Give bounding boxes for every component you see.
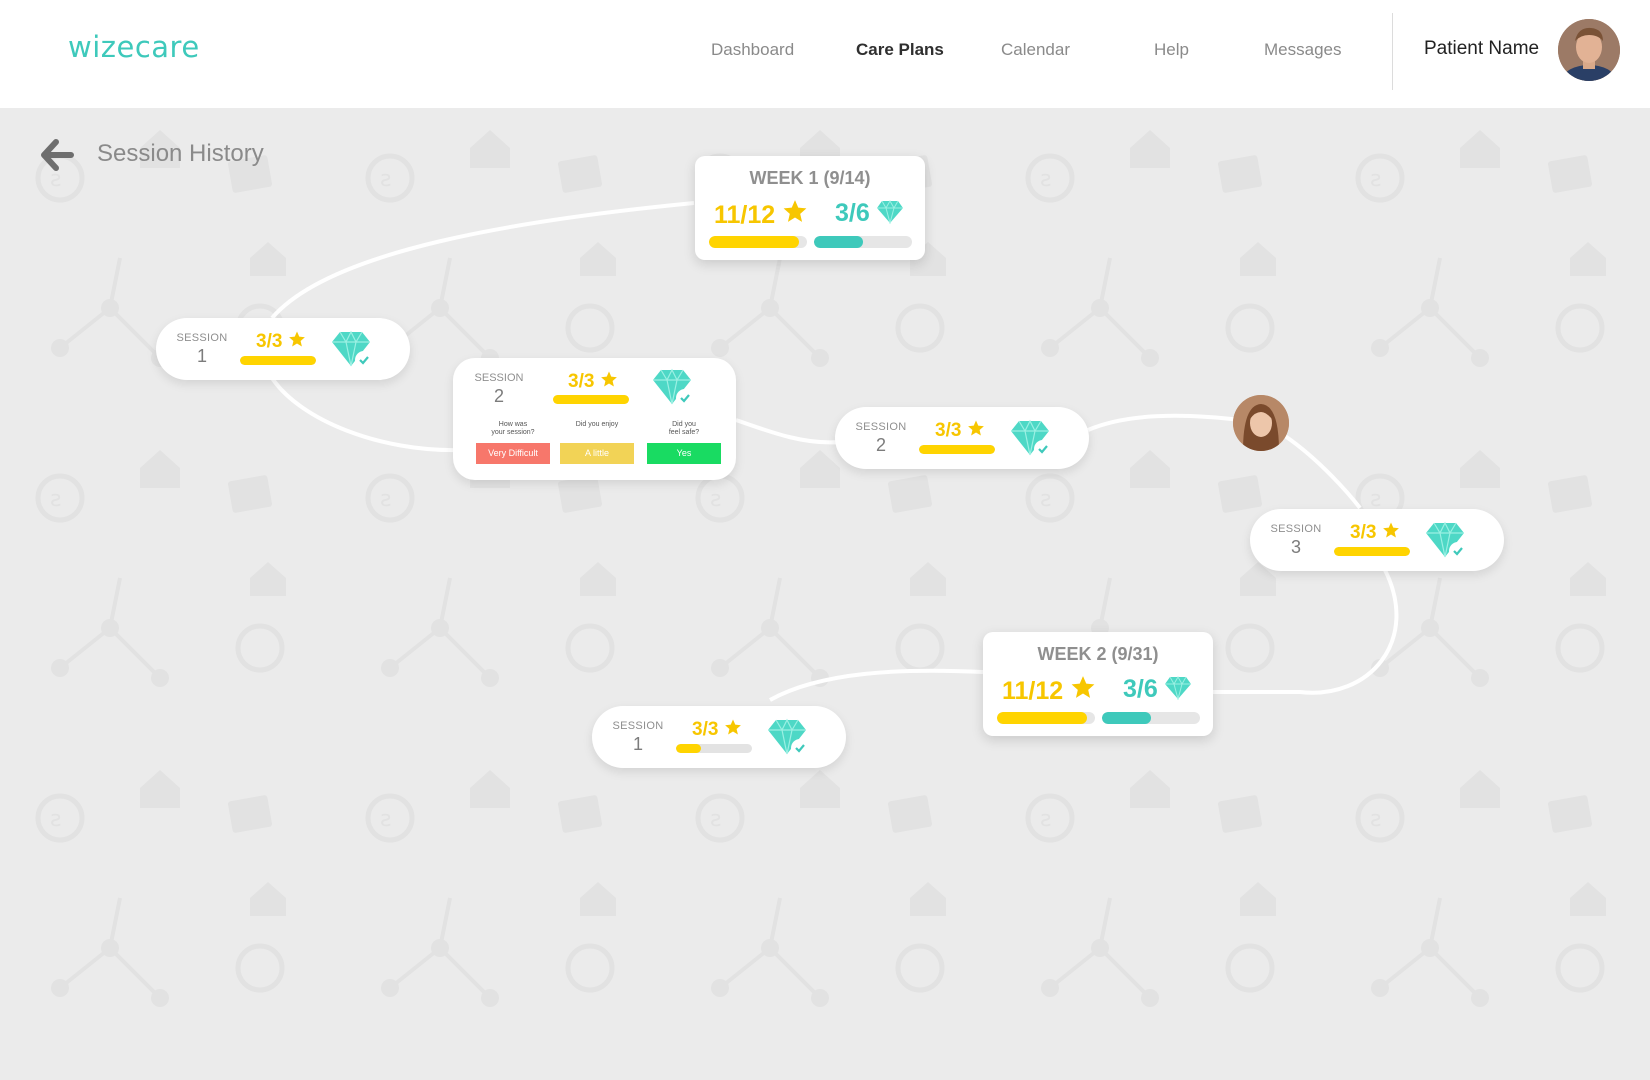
week-stars-score: 11/12	[1002, 674, 1096, 706]
star-icon	[1382, 522, 1399, 538]
session-pill[interactable]: SESSION 1 3/3	[156, 318, 410, 380]
diamond-icon	[1164, 675, 1191, 700]
star-icon	[1071, 676, 1095, 698]
diamond-check-icon	[332, 330, 373, 369]
diamond-check-icon	[1011, 419, 1052, 458]
star-icon	[967, 420, 984, 436]
week-stars-bar	[997, 712, 1095, 724]
user-avatar[interactable]	[1558, 19, 1620, 81]
session-label: SESSION	[612, 720, 664, 732]
question-text: Did you enjoy	[575, 421, 619, 428]
session-score: 3/3	[935, 419, 985, 442]
session-number: 2	[875, 435, 886, 455]
week-gems-bar	[1102, 712, 1200, 724]
star-icon	[288, 331, 305, 347]
session-score: 3/3	[256, 330, 306, 353]
session-number: 1	[632, 734, 643, 754]
week-title: WEEK 2 (9/31)	[1037, 644, 1159, 664]
week-stars-bar	[709, 236, 807, 248]
week-gems-score: 3/6	[835, 198, 903, 228]
top-header: wizecare Dashboard Care Plans Calendar H…	[0, 0, 1650, 108]
nav-messages[interactable]: Messages	[1264, 40, 1341, 60]
nav-dashboard[interactable]: Dashboard	[711, 40, 794, 60]
session-score: 3/3	[692, 718, 742, 741]
logo[interactable]: wizecare	[68, 30, 200, 64]
session-pill[interactable]: SESSION 2 3/3	[835, 407, 1089, 469]
patient-name[interactable]: Patient Name	[1424, 38, 1539, 60]
session-score: 3/3	[568, 370, 618, 393]
answer-yes[interactable]: Yes	[647, 443, 721, 464]
diamond-check-icon	[768, 718, 809, 757]
session-progress-bar	[240, 356, 316, 365]
diamond-icon	[876, 199, 903, 224]
session-score: 3/3	[1350, 521, 1400, 544]
session-number: 2	[493, 386, 504, 406]
diamond-check-icon	[653, 368, 694, 407]
nav-calendar[interactable]: Calendar	[1001, 40, 1070, 60]
header-divider	[1392, 13, 1393, 90]
session-label: SESSION	[474, 372, 524, 384]
answer-very-difficult[interactable]: Very Difficult	[476, 443, 550, 464]
session-label: SESSION	[176, 332, 228, 344]
answer-a-little[interactable]: A little	[560, 443, 634, 464]
session-label: SESSION	[855, 421, 907, 433]
question-feel-safe: Did you feel safe? Yes	[647, 421, 721, 464]
question-how-was-session: How was your session? Very Difficult	[476, 421, 550, 464]
session-pill[interactable]: SESSION 3 3/3	[1250, 509, 1504, 571]
session-pill[interactable]: SESSION 1 3/3	[592, 706, 846, 768]
star-icon	[600, 371, 617, 387]
page-title: Session History	[97, 140, 264, 167]
question-did-you-enjoy: Did you enjoy A little	[560, 421, 634, 464]
session-number: 1	[196, 346, 207, 366]
week-card[interactable]: WEEK 1 (9/14) 11/12 3/6	[695, 156, 925, 260]
session-progress-bar	[1334, 547, 1410, 556]
back-arrow-icon[interactable]	[40, 138, 74, 172]
star-icon	[783, 200, 807, 222]
week-title: WEEK 1 (9/14)	[749, 168, 871, 188]
star-icon	[724, 719, 741, 735]
nav-care-plans[interactable]: Care Plans	[856, 40, 944, 60]
session-progress-bar	[676, 744, 752, 753]
therapist-avatar[interactable]	[1233, 395, 1289, 451]
week-stars-score: 11/12	[714, 198, 808, 230]
week-gems-score: 3/6	[1123, 674, 1191, 704]
question-text: How was your session?	[491, 421, 535, 436]
nav-help[interactable]: Help	[1154, 40, 1189, 60]
session-label: SESSION	[1270, 523, 1322, 535]
session-progress-bar	[919, 445, 995, 454]
session-number: 3	[1290, 537, 1301, 557]
session-progress-bar	[553, 395, 629, 404]
week-gems-bar	[814, 236, 912, 248]
question-text: Did you feel safe?	[668, 421, 700, 436]
session-card-expanded[interactable]: SESSION 2 3/3 How was your session? Very …	[453, 358, 736, 480]
diamond-check-icon	[1426, 521, 1467, 560]
week-card[interactable]: WEEK 2 (9/31) 11/12 3/6	[983, 632, 1213, 736]
